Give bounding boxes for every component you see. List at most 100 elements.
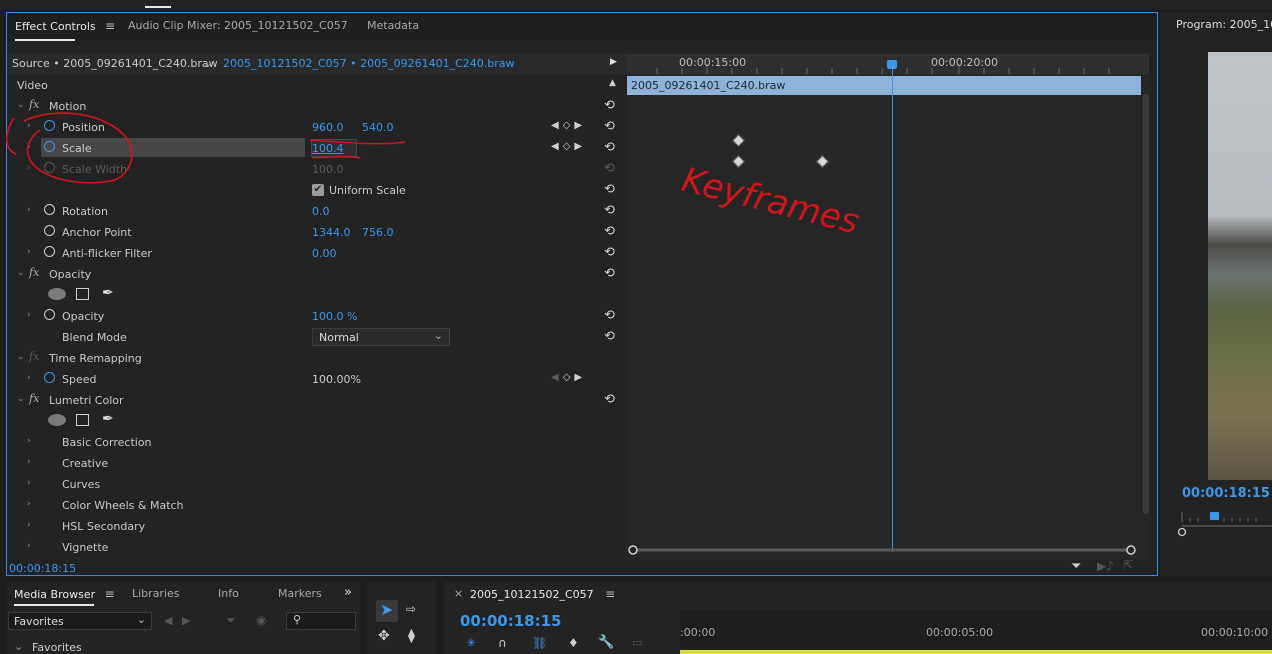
razor-tool-icon[interactable]: ⧫ — [408, 628, 415, 644]
tab-info[interactable]: Info — [218, 587, 239, 600]
search-input[interactable]: ⚲ — [286, 612, 356, 630]
sequence-timecode[interactable]: 00:00:18:15 — [460, 612, 562, 630]
rectangle-mask-icon[interactable] — [76, 288, 89, 300]
reset-icon[interactable]: ⟲ — [604, 182, 615, 197]
motion-effect-row[interactable]: ⌄ fx Motion ⟲ — [7, 96, 619, 117]
keyframe-diamond[interactable] — [816, 155, 829, 168]
pen-mask-icon[interactable]: ✒ — [102, 411, 114, 427]
lumetri-effect-row[interactable]: ⌄ fx Lumetri Color ⟲ — [7, 390, 619, 411]
reset-icon[interactable]: ⟲ — [604, 392, 615, 407]
favorites-tree-item[interactable]: Favorites — [32, 641, 82, 654]
chevron-right-icon[interactable]: › — [27, 205, 31, 215]
lumetri-color-wheels[interactable]: › Color Wheels & Match — [7, 495, 619, 516]
current-timecode[interactable]: 00:00:18:15 — [9, 562, 76, 575]
keyframe-nav[interactable]: ◀◇▶ — [551, 372, 586, 383]
reset-icon[interactable]: ⟲ — [604, 266, 615, 281]
collapse-up-icon[interactable]: ▲ — [609, 78, 616, 88]
chevron-right-icon[interactable]: › — [27, 121, 31, 131]
wrench-icon[interactable]: 🔧 — [598, 635, 614, 650]
position-y-value[interactable]: 540.0 — [362, 121, 394, 134]
scale-value[interactable]: 100.4 — [312, 142, 344, 155]
time-remap-row[interactable]: ⌄ fx Time Remapping — [7, 348, 619, 369]
filter-icon[interactable]: ⏷ — [1071, 559, 1081, 574]
reset-icon[interactable]: ⟲ — [604, 203, 615, 218]
program-timecode[interactable]: 00:00:18:15 — [1182, 486, 1270, 501]
stopwatch-icon[interactable] — [44, 372, 55, 383]
rectangle-mask-icon[interactable] — [76, 414, 89, 426]
program-mini-ruler[interactable] — [1160, 508, 1272, 538]
tab-audio-clip-mixer[interactable]: Audio Clip Mixer: 2005_10121502_C057 — [128, 19, 348, 32]
panel-menu-icon[interactable]: ≡ — [605, 587, 615, 601]
reset-icon[interactable]: ⟲ — [604, 308, 615, 323]
chevron-right-icon[interactable]: › — [27, 541, 31, 551]
program-title[interactable]: Program: 2005_101 — [1176, 18, 1272, 31]
program-video-frame[interactable] — [1208, 52, 1272, 480]
tab-metadata[interactable]: Metadata — [367, 19, 419, 32]
lumetri-creative[interactable]: › Creative — [7, 453, 619, 474]
panel-menu-icon[interactable]: ≡ — [105, 587, 115, 601]
keyframe-nav[interactable]: ◀◇▶ — [551, 141, 586, 152]
chevron-right-icon[interactable]: › — [27, 436, 31, 446]
ripple-edit-tool-icon[interactable]: ✥ — [378, 628, 390, 644]
panel-menu-icon[interactable]: ≡ — [105, 19, 115, 33]
keyframe-diamond[interactable] — [732, 155, 745, 168]
chevron-right-icon[interactable]: › — [27, 247, 31, 257]
chevron-right-icon[interactable]: › — [27, 457, 31, 467]
marker-icon[interactable]: ♦ — [568, 636, 579, 650]
stopwatch-icon[interactable] — [44, 120, 55, 131]
uniform-scale-checkbox[interactable]: ✔ — [312, 184, 324, 196]
opacity-value[interactable]: 100.0 % — [312, 310, 357, 323]
stopwatch-icon[interactable] — [44, 204, 55, 215]
chevron-right-icon[interactable]: › — [27, 310, 31, 320]
chevron-down-icon[interactable]: ⌄ — [17, 268, 25, 278]
nest-icon[interactable]: ✳ — [466, 636, 476, 650]
work-area-bar[interactable] — [680, 650, 1272, 654]
scrollbar-thumb[interactable] — [1143, 94, 1149, 514]
stopwatch-icon[interactable] — [44, 141, 55, 152]
chevron-right-icon[interactable]: › — [27, 478, 31, 488]
horizontal-zoom-scrollbar[interactable] — [627, 544, 1137, 556]
reset-icon[interactable]: ⟲ — [604, 140, 615, 155]
chevron-right-icon[interactable]: › — [27, 520, 31, 530]
lumetri-hsl-secondary[interactable]: › HSL Secondary — [7, 516, 619, 537]
stopwatch-icon[interactable] — [44, 309, 55, 320]
close-icon[interactable]: × — [454, 587, 463, 600]
position-x-value[interactable]: 960.0 — [312, 121, 344, 134]
tab-sequence[interactable]: 2005_10121502_C057 ≡ — [470, 587, 615, 601]
stopwatch-icon[interactable] — [44, 246, 55, 257]
fx-icon[interactable]: fx — [29, 350, 39, 363]
lumetri-basic-correction[interactable]: › Basic Correction — [7, 432, 619, 453]
reset-icon[interactable]: ⟲ — [604, 245, 615, 260]
anti-flicker-value[interactable]: 0.00 — [312, 247, 337, 260]
tab-media-browser[interactable]: Media Browser ≡ — [14, 587, 115, 601]
keyframe-diamond[interactable] — [732, 134, 745, 147]
tab-effect-controls[interactable]: Effect Controls ≡ — [15, 19, 115, 41]
keyframe-timeline[interactable]: 00:00:15:00 00:00:20:00 2005_09261401_C2… — [627, 54, 1149, 559]
rotation-value[interactable]: 0.0 — [312, 205, 330, 218]
lumetri-vignette[interactable]: › Vignette — [7, 537, 619, 558]
reset-icon[interactable]: ⟲ — [604, 119, 615, 134]
fx-icon[interactable]: fx — [29, 392, 39, 405]
pen-mask-icon[interactable]: ✒ — [102, 285, 114, 301]
opacity-effect-row[interactable]: ⌄ fx Opacity ⟲ — [7, 264, 619, 285]
keyframe-nav[interactable]: ◀◇▶ — [551, 120, 586, 131]
chevron-down-icon[interactable]: ⌄ — [17, 352, 25, 362]
chevron-down-icon[interactable]: ⌄ — [203, 57, 212, 70]
reset-icon[interactable]: ⟲ — [604, 224, 615, 239]
sequence-ruler[interactable]: :00:00 00:00:05:00 00:00:10:00 — [680, 610, 1272, 654]
selection-tool-icon[interactable]: ➤ — [380, 600, 393, 619]
tab-markers[interactable]: Markers — [278, 587, 322, 600]
lumetri-curves[interactable]: › Curves — [7, 474, 619, 495]
chevron-right-icon[interactable]: › — [27, 499, 31, 509]
clip-bar[interactable]: 2005_09261401_C240.braw — [627, 76, 1141, 95]
chevron-down-icon[interactable]: ⌄ — [17, 394, 25, 404]
snap-magnet-icon[interactable]: ∩ — [498, 636, 507, 650]
playhead-handle[interactable] — [887, 60, 897, 69]
reset-icon[interactable]: ⟲ — [604, 98, 615, 113]
fx-icon[interactable]: fx — [29, 98, 39, 111]
play-triangle-icon[interactable]: ▶ — [610, 57, 617, 67]
anchor-x-value[interactable]: 1344.0 — [312, 226, 351, 239]
source-clip-label[interactable]: Source • 2005_09261401_C240.braw — [12, 57, 218, 70]
track-select-tool-icon[interactable]: ⇨ — [406, 602, 416, 616]
sequence-clip-link[interactable]: 2005_10121502_C057 • 2005_09261401_C240.… — [223, 57, 515, 70]
